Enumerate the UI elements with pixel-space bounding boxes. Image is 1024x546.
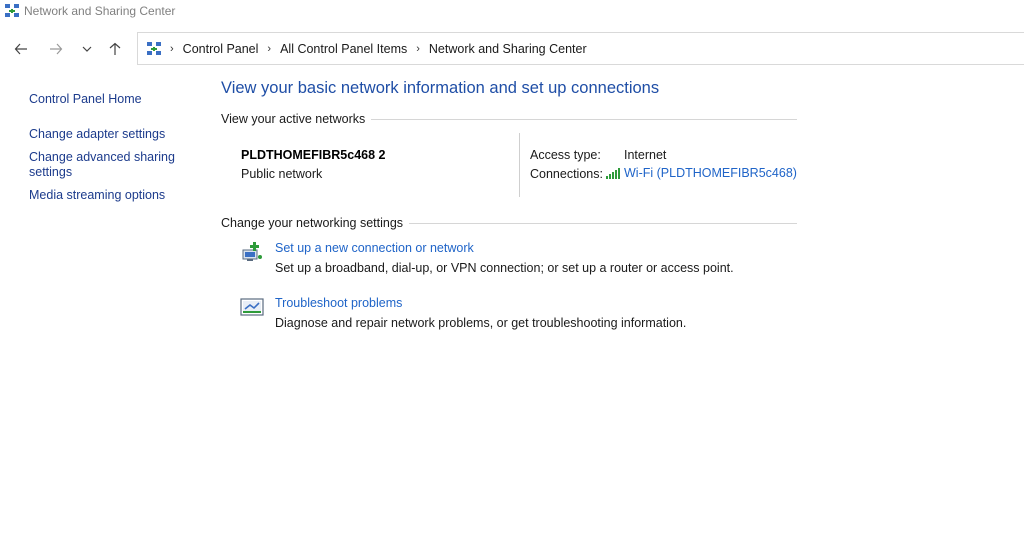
sidebar-item-media-streaming[interactable]: Media streaming options [29,188,165,203]
active-networks-header-label: View your active networks [221,112,366,126]
forward-button[interactable] [43,36,69,62]
breadcrumb-all-items[interactable]: All Control Panel Items [280,42,407,56]
breadcrumb-network-sharing-center[interactable]: Network and Sharing Center [429,42,587,56]
up-button[interactable] [102,36,128,62]
network-sharing-icon [5,4,19,17]
change-settings-header-label: Change your networking settings [221,216,404,230]
breadcrumb-separator: › [170,42,174,55]
arrow-up-icon [109,42,121,55]
troubleshoot-icon [240,298,264,316]
divider [409,222,797,224]
setup-connection-link[interactable]: Set up a new connection or network [275,241,474,255]
chevron-down-icon [82,46,92,52]
access-type-label: Access type: [530,148,601,162]
connection-link[interactable]: Wi-Fi (PLDTHOMEFIBR5c468) [605,166,797,180]
connection-link-label[interactable]: Wi-Fi (PLDTHOMEFIBR5c468) [624,166,797,180]
address-bar[interactable]: › Control Panel › All Control Panel Item… [137,32,1024,65]
sidebar-item-change-adapter-settings[interactable]: Change adapter settings [29,127,165,142]
title-bar: Network and Sharing Center [0,0,1024,22]
network-category: Public network [241,167,323,181]
arrow-left-icon [14,43,27,55]
access-type-value: Internet [624,148,667,162]
active-networks-header: View your active networks [221,112,797,126]
network-name: PLDTHOMEFIBR5c468 2 [241,148,386,162]
sidebar-item-change-advanced-sharing[interactable]: Change advanced sharing settings [29,150,189,180]
recent-locations-button[interactable] [74,36,100,62]
sidebar-item-control-panel-home[interactable]: Control Panel Home [29,92,142,107]
troubleshoot-link[interactable]: Troubleshoot problems [275,296,402,310]
arrow-right-icon [50,43,63,55]
breadcrumb-separator[interactable]: › [267,43,271,55]
connections-label: Connections: [530,167,603,181]
breadcrumb-separator[interactable]: › [416,43,420,55]
troubleshoot-description: Diagnose and repair network problems, or… [275,316,687,330]
divider [371,118,797,120]
breadcrumb-control-panel[interactable]: Control Panel [183,42,259,56]
wifi-signal-icon [606,168,620,179]
back-button[interactable] [8,36,34,62]
new-connection-icon [242,242,262,261]
network-sharing-icon [147,41,161,55]
divider [519,133,520,197]
change-settings-header: Change your networking settings [221,216,797,230]
setup-connection-description: Set up a broadband, dial-up, or VPN conn… [275,261,734,275]
window-title: Network and Sharing Center [24,4,176,18]
page-title: View your basic network information and … [221,79,660,97]
navigation-bar: › Control Panel › All Control Panel Item… [0,32,1024,66]
